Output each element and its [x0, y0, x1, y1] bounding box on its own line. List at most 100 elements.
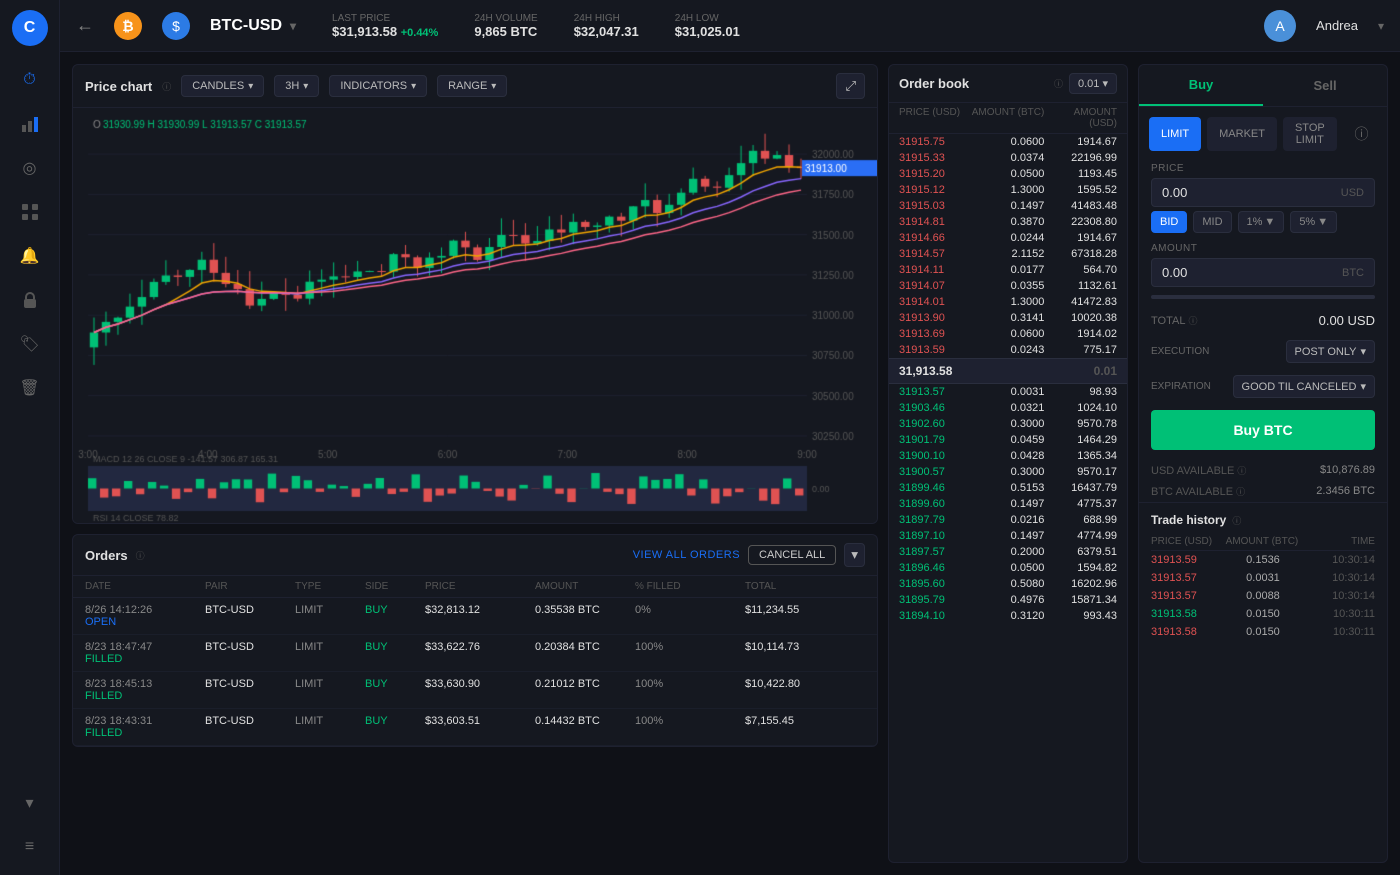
orderbook-ask-row[interactable]: 31914.810.387022308.80: [889, 214, 1127, 230]
pct1-button[interactable]: 1% ▼: [1238, 211, 1285, 233]
user-avatar[interactable]: A: [1264, 10, 1296, 42]
orderbook-ask-row[interactable]: 31915.750.06001914.67: [889, 134, 1127, 150]
orderbook-bid-row[interactable]: 31894.100.3120993.43: [889, 608, 1127, 624]
order-type-info-btn[interactable]: ⓘ: [1343, 117, 1381, 151]
back-button[interactable]: ←: [76, 15, 94, 36]
usd-avail-info: ⓘ: [1237, 464, 1246, 477]
buy-btc-button[interactable]: Buy BTC: [1151, 410, 1375, 450]
orderbook-header: Order book ⓘ 0.01 ▾: [889, 65, 1127, 103]
execution-dropdown[interactable]: POST ONLY ▾: [1286, 340, 1375, 363]
orderbook-column-headers: PRICE (USD) AMOUNT (BTC) AMOUNT (USD): [889, 103, 1127, 134]
orderbook-bid-row[interactable]: 31899.460.515316437.79: [889, 480, 1127, 496]
orderbook-bid-row[interactable]: 31897.570.20006379.51: [889, 544, 1127, 560]
sidebar-icon-menu[interactable]: ≡: [12, 829, 48, 865]
orderbook-ask-row[interactable]: 31913.690.06001914.02: [889, 326, 1127, 342]
order-type-tabs: LIMIT MARKET STOP LIMIT ⓘ: [1139, 107, 1387, 151]
btc-avail-info: ⓘ: [1236, 485, 1245, 498]
orderbook-bid-row[interactable]: 31895.600.508016202.96: [889, 576, 1127, 592]
price-input[interactable]: [1162, 185, 1341, 200]
order-row[interactable]: 8/23 18:45:13 BTC-USD LIMIT BUY $33,630.…: [73, 672, 877, 709]
trade-history-row: 31913.590.153610:30:14: [1151, 551, 1375, 569]
market-order-btn[interactable]: MARKET: [1207, 117, 1277, 151]
candles-button[interactable]: CANDLES ▾: [181, 75, 264, 97]
sidebar-icon-bell[interactable]: 🔔: [12, 238, 48, 274]
limit-order-btn[interactable]: LIMIT: [1149, 117, 1201, 151]
amount-slider[interactable]: [1151, 291, 1375, 303]
pct5-button[interactable]: 5% ▼: [1290, 211, 1337, 233]
orderbook-ask-row[interactable]: 31913.590.0243775.17: [889, 342, 1127, 358]
orderbook-bid-row[interactable]: 31895.790.497615871.34: [889, 592, 1127, 608]
left-panel: Price chart ⓘ CANDLES ▾ 3H ▾ INDICATORS …: [72, 64, 878, 863]
trading-pair[interactable]: BTC-USD ▾: [210, 17, 296, 35]
expiry-dropdown[interactable]: GOOD TIL CANCELED ▾: [1233, 375, 1375, 398]
price-input-group: USD: [1151, 178, 1375, 207]
buy-tab[interactable]: Buy: [1139, 65, 1263, 106]
orderbook-precision[interactable]: 0.01 ▾: [1069, 73, 1117, 94]
orders-container: Orders ⓘ VIEW ALL ORDERS CANCEL ALL ▾ DA…: [72, 534, 878, 747]
username[interactable]: Andrea: [1316, 18, 1358, 33]
btc-availability: BTC AVAILABLE ⓘ 2.3456 BTC: [1139, 481, 1387, 502]
view-all-orders-button[interactable]: VIEW ALL ORDERS: [633, 549, 740, 561]
chart-expand-button[interactable]: ⤢: [836, 73, 865, 99]
chart-body: [73, 108, 877, 524]
high-stat: 24H HIGH $32,047.31: [574, 13, 639, 39]
sidebar-icon-chart[interactable]: [12, 106, 48, 142]
orderbook-bid-row[interactable]: 31902.600.30009570.78: [889, 416, 1127, 432]
expiry-row: EXPIRATION GOOD TIL CANCELED ▾: [1139, 371, 1387, 406]
mid-button[interactable]: MID: [1193, 211, 1231, 233]
orderbook-ask-row[interactable]: 31915.030.149741483.48: [889, 198, 1127, 214]
topbar: ← ₿ $ BTC-USD ▾ LAST PRICE $31,913.58 +0…: [60, 0, 1400, 52]
orderbook-bid-row[interactable]: 31900.100.04281365.34: [889, 448, 1127, 464]
sidebar-icon-chevron-down[interactable]: ▾: [12, 785, 48, 821]
orderbook-bid-row[interactable]: 31897.790.0216688.99: [889, 512, 1127, 528]
chart-info-icon: ⓘ: [162, 80, 171, 93]
amount-input-group: BTC: [1151, 258, 1375, 287]
orderbook-ask-row[interactable]: 31914.110.0177564.70: [889, 262, 1127, 278]
usd-icon: $: [162, 12, 190, 40]
chart-header: Price chart ⓘ CANDLES ▾ 3H ▾ INDICATORS …: [73, 65, 877, 108]
price-preset-buttons: BID MID 1% ▼ 5% ▼: [1151, 211, 1375, 233]
trade-history-row: 31913.580.015010:30:11: [1151, 605, 1375, 623]
range-button[interactable]: RANGE ▾: [437, 75, 507, 97]
order-row[interactable]: 8/26 14:12:26 BTC-USD LIMIT BUY $32,813.…: [73, 598, 877, 635]
orderbook-ask-row[interactable]: 31913.900.314110020.38: [889, 310, 1127, 326]
trade-history-columns: PRICE (USD) AMOUNT (BTC) TIME: [1151, 533, 1375, 551]
orderbook-bid-row[interactable]: 31903.460.03211024.10: [889, 400, 1127, 416]
sell-tab[interactable]: Sell: [1263, 65, 1387, 106]
trade-history-row: 31913.580.015010:30:11: [1151, 623, 1375, 641]
app-logo[interactable]: C: [12, 10, 48, 46]
sidebar-icon-clock[interactable]: ⏱: [12, 62, 48, 98]
orderbook-ask-row[interactable]: 31914.660.02441914.67: [889, 230, 1127, 246]
sidebar-icon-lock[interactable]: [12, 282, 48, 318]
orderbook-bid-row[interactable]: 31913.570.003198.93: [889, 384, 1127, 400]
amount-input[interactable]: [1162, 265, 1342, 280]
orders-expand-button[interactable]: ▾: [844, 543, 865, 567]
price-chart-canvas: [73, 108, 877, 524]
cancel-all-button[interactable]: CANCEL ALL: [748, 545, 836, 565]
orderbook-ask-row[interactable]: 31914.070.03551132.61: [889, 278, 1127, 294]
sidebar-icon-grid[interactable]: [12, 194, 48, 230]
order-row[interactable]: 8/23 18:43:31 BTC-USD LIMIT BUY $33,603.…: [73, 709, 877, 746]
orderbook-ask-row[interactable]: 31915.200.05001193.45: [889, 166, 1127, 182]
orderbook-ask-row[interactable]: 31915.121.30001595.52: [889, 182, 1127, 198]
sidebar-icon-circle[interactable]: ◎: [12, 150, 48, 186]
sidebar-icon-tag[interactable]: 🏷: [12, 326, 48, 362]
orderbook-ask-row[interactable]: 31915.330.037422196.99: [889, 150, 1127, 166]
order-row[interactable]: 8/23 18:47:47 BTC-USD LIMIT BUY $33,622.…: [73, 635, 877, 672]
orderbook-ask-row[interactable]: 31914.572.115267318.28: [889, 246, 1127, 262]
orderbook-bid-row[interactable]: 31899.600.14974775.37: [889, 496, 1127, 512]
stop-limit-btn[interactable]: STOP LIMIT: [1283, 117, 1337, 151]
sidebar-icon-trash[interactable]: 🗑: [12, 370, 48, 406]
orderbook-bid-row[interactable]: 31900.570.30009570.17: [889, 464, 1127, 480]
orderbook-bid-row[interactable]: 31896.460.05001594.82: [889, 560, 1127, 576]
indicators-button[interactable]: INDICATORS ▾: [329, 75, 427, 97]
bid-button[interactable]: BID: [1151, 211, 1187, 233]
content-area: Price chart ⓘ CANDLES ▾ 3H ▾ INDICATORS …: [60, 52, 1400, 875]
trading-panel: Buy Sell LIMIT MARKET STOP LIMIT ⓘ PRICE…: [1138, 64, 1388, 863]
orders-header: Orders ⓘ VIEW ALL ORDERS CANCEL ALL ▾: [73, 535, 877, 576]
orderbook-bid-row[interactable]: 31901.790.04591464.29: [889, 432, 1127, 448]
orderbook-ask-row[interactable]: 31914.011.300041472.83: [889, 294, 1127, 310]
timeframe-button[interactable]: 3H ▾: [274, 75, 319, 97]
orderbook-bid-row[interactable]: 31897.100.14974774.99: [889, 528, 1127, 544]
trade-history-row: 31913.570.003110:30:14: [1151, 569, 1375, 587]
